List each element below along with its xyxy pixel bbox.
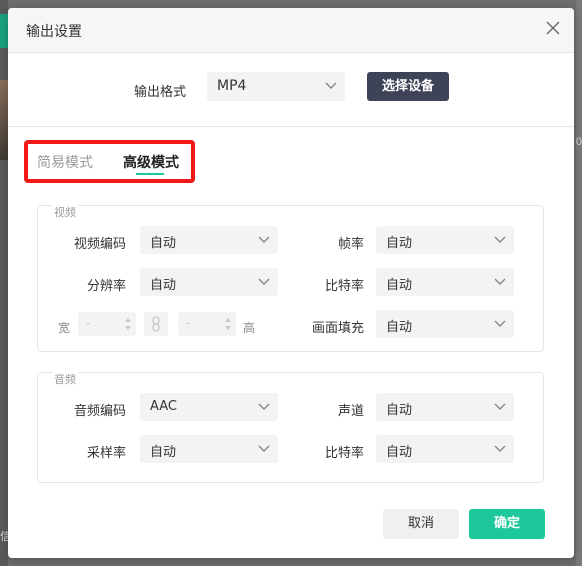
fill-value: 自动	[386, 320, 413, 335]
resolution-value: 自动	[150, 278, 177, 293]
video-bitrate-label: 比特率	[324, 279, 364, 294]
chevron-down-icon	[258, 445, 270, 452]
link-aspect-icon[interactable]	[144, 312, 168, 336]
audio-group-title: 音频	[52, 371, 78, 387]
confirm-button[interactable]: 确定	[469, 509, 545, 539]
video-codec-select[interactable]: 自动	[140, 226, 278, 254]
format-label: 输出格式	[134, 85, 187, 100]
chevron-down-icon	[494, 236, 506, 243]
dialog-title: 输出设置	[26, 24, 82, 40]
tab-advanced-mode[interactable]: 高级模式	[123, 152, 179, 172]
width-label: 宽	[57, 321, 70, 335]
video-bitrate-value: 自动	[386, 278, 413, 293]
channel-label: 声道	[337, 404, 364, 419]
fps-select[interactable]: 自动	[376, 226, 514, 254]
chevron-down-icon	[494, 278, 506, 285]
background-thumbnail	[0, 80, 8, 160]
samplerate-value: 自动	[150, 445, 177, 460]
width-spinner[interactable]: -	[78, 312, 136, 336]
video-codec-label: 视频编码	[73, 237, 126, 252]
chevron-down-icon	[494, 403, 506, 410]
fill-select[interactable]: 自动	[376, 310, 514, 338]
cancel-button[interactable]: 取消	[383, 509, 459, 539]
spinner-arrows-icon	[125, 318, 131, 330]
samplerate-select[interactable]: 自动	[140, 435, 278, 463]
spinner-arrows-icon	[225, 318, 231, 330]
fps-label: 帧率	[337, 237, 364, 252]
resolution-select[interactable]: 自动	[140, 268, 278, 296]
video-bitrate-select[interactable]: 自动	[376, 268, 514, 296]
chevron-down-icon	[258, 278, 270, 285]
channel-value: 自动	[386, 403, 413, 418]
height-label: 高	[243, 321, 256, 335]
close-icon[interactable]	[544, 19, 562, 37]
format-select[interactable]: MP4	[207, 72, 345, 101]
dialog-header: 输出设置	[8, 8, 574, 53]
video-settings-group: 视频 视频编码 自动 帧率 自动 分辨率 自动 比特率 自动 宽 - - 高 画…	[37, 204, 544, 352]
fill-label: 画面填充	[311, 321, 364, 336]
tab-simple-mode[interactable]: 简易模式	[37, 152, 93, 172]
audio-settings-group: 音频 音频编码 AAC 声道 自动 采样率 自动 比特率 自动	[37, 371, 544, 483]
chevron-down-icon	[258, 403, 270, 410]
background-app-right	[576, 0, 582, 566]
resolution-label: 分辨率	[86, 279, 126, 294]
video-codec-value: 自动	[150, 236, 177, 251]
audio-codec-label: 音频编码	[73, 404, 126, 419]
background-green-tab	[0, 14, 8, 48]
video-group-title: 视频	[52, 204, 78, 220]
height-spinner[interactable]: -	[178, 312, 236, 336]
format-row: 输出格式 MP4 选择设备	[8, 72, 574, 102]
chevron-down-icon	[494, 320, 506, 327]
format-select-value: MP4	[217, 78, 247, 94]
divider	[8, 126, 574, 127]
output-settings-dialog: 输出设置 输出格式 MP4 选择设备 简易模式 高级模式 视频 视频编码 自动 …	[8, 8, 574, 558]
chevron-down-icon	[258, 236, 270, 243]
mode-tabs: 简易模式 高级模式	[37, 152, 237, 182]
fps-value: 自动	[386, 236, 413, 251]
background-right-fragment: 0	[575, 136, 582, 148]
audio-bitrate-label: 比特率	[324, 446, 364, 461]
width-value: -	[86, 316, 91, 330]
channel-select[interactable]: 自动	[376, 393, 514, 421]
height-value: -	[186, 316, 191, 330]
audio-bitrate-select[interactable]: 自动	[376, 435, 514, 463]
audio-codec-select[interactable]: AAC	[140, 393, 278, 421]
audio-bitrate-value: 自动	[386, 445, 413, 460]
chevron-down-icon	[325, 82, 337, 89]
audio-codec-value: AAC	[150, 399, 177, 414]
chevron-down-icon	[494, 445, 506, 452]
samplerate-label: 采样率	[86, 446, 126, 461]
active-tab-indicator	[136, 173, 164, 175]
choose-device-button[interactable]: 选择设备	[367, 72, 449, 101]
